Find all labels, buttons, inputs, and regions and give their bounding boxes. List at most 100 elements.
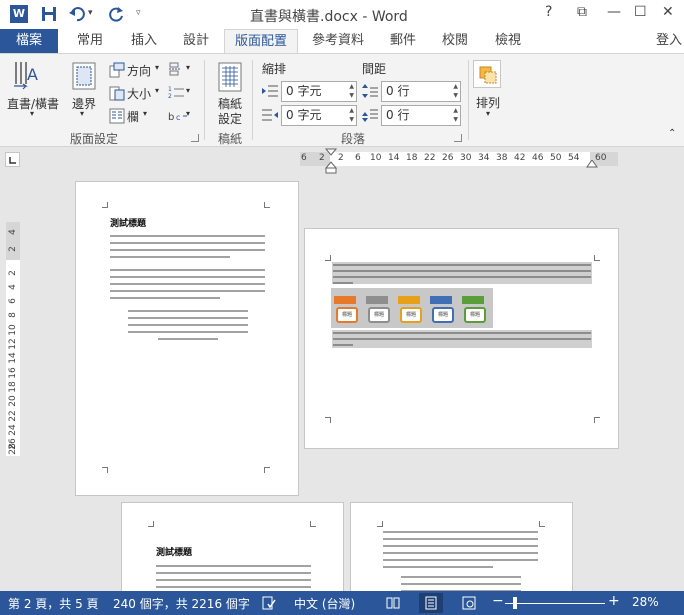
margins-dropdown-icon[interactable]: ▾ <box>80 109 84 118</box>
group-separator <box>252 60 253 140</box>
vertical-ruler[interactable]: 4 2 2 4 6 8 10 12 14 16 18 20 22 24 26 2… <box>6 222 20 456</box>
columns-dropdown-icon[interactable]: ▾ <box>143 109 147 118</box>
redo-icon[interactable] <box>107 5 125 23</box>
undo-icon[interactable] <box>68 5 86 23</box>
spinner-arrows-icon[interactable]: ▲ ▼ <box>453 82 458 100</box>
indent-left-field[interactable]: 0 字元 ▲ ▼ <box>281 81 357 102</box>
sign-in-link[interactable]: 登入 <box>656 29 682 53</box>
text-line <box>333 270 591 272</box>
text-direction-icon[interactable]: A <box>12 60 38 92</box>
diagram-box[interactable]: 標題 <box>432 307 454 323</box>
text-line <box>156 579 311 581</box>
arrange-button[interactable] <box>473 60 501 88</box>
arrange-dropdown-icon[interactable]: ▾ <box>486 109 490 118</box>
print-layout-button[interactable] <box>419 593 443 613</box>
svg-text:A: A <box>27 65 38 84</box>
undo-dropdown-icon[interactable]: ▾ <box>88 8 106 26</box>
diagram-box[interactable]: 標題 <box>464 307 486 323</box>
orientation-icon[interactable] <box>109 62 125 78</box>
ruler-tick: 30 <box>460 153 472 163</box>
read-mode-icon[interactable] <box>386 596 400 610</box>
arrange-icon <box>479 66 497 84</box>
close-button[interactable]: ✕ <box>662 4 674 20</box>
indent-right-field[interactable]: 0 字元 ▲ ▼ <box>281 105 357 126</box>
tab-selector-button[interactable] <box>5 152 20 167</box>
language-status[interactable]: 中文 (台灣) <box>294 595 355 612</box>
size-label[interactable]: 大小 <box>127 85 151 102</box>
tab-review[interactable]: 校閱 <box>435 29 475 53</box>
margins-icon[interactable] <box>72 62 96 90</box>
tab-references[interactable]: 參考資料 <box>306 29 370 53</box>
tab-file[interactable]: 檔案 <box>0 29 58 53</box>
columns-icon[interactable] <box>109 108 125 124</box>
tab-view[interactable]: 檢視 <box>488 29 528 53</box>
customize-qat-icon[interactable]: ▿ <box>136 8 154 26</box>
ruler-tick: 22 <box>8 410 18 422</box>
size-dropdown-icon[interactable]: ▾ <box>155 86 159 95</box>
document-workspace[interactable]: 6 2 2 6 10 14 18 22 26 30 34 38 42 46 50… <box>0 148 684 591</box>
page-count-status[interactable]: 第 2 頁，共 5 頁 <box>8 595 99 612</box>
manuscript-label-line2[interactable]: 設定 <box>218 110 242 127</box>
size-icon[interactable] <box>109 85 125 101</box>
spinner-arrows-icon[interactable]: ▲ ▼ <box>453 106 458 124</box>
text-line <box>383 566 493 568</box>
document-page-current[interactable]: 標題 標題 標題 標題 標題 <box>304 228 619 449</box>
ruler-tick: 10 <box>370 153 382 163</box>
crop-mark <box>594 417 600 423</box>
help-button[interactable]: ? <box>545 4 552 20</box>
spinner-arrows-icon[interactable]: ▲ ▼ <box>349 106 354 124</box>
diagram-box[interactable]: 標題 <box>368 307 390 323</box>
group-separator <box>204 60 205 140</box>
proofing-icon[interactable] <box>262 596 276 610</box>
ruler-tick: 10 <box>8 324 18 336</box>
horizontal-ruler[interactable]: 6 2 2 6 10 14 18 22 26 30 34 38 42 46 50… <box>300 152 618 166</box>
breaks-dropdown-icon[interactable]: ▾ <box>186 63 190 72</box>
breaks-icon[interactable] <box>168 62 188 76</box>
zoom-in-button[interactable]: + <box>608 593 620 609</box>
page-setup-launcher-icon[interactable] <box>191 134 199 142</box>
save-icon[interactable] <box>40 5 58 23</box>
maximize-button[interactable]: ☐ <box>634 4 647 20</box>
document-page[interactable]: 測試標題 <box>75 181 299 496</box>
collapse-ribbon-icon[interactable]: ⌃ <box>668 128 676 139</box>
word-count-status[interactable]: 240 個字，共 2216 個字 <box>113 595 250 612</box>
zoom-slider-thumb[interactable] <box>513 597 517 609</box>
tab-layout[interactable]: 版面配置 <box>224 29 298 54</box>
right-indent-marker-icon[interactable] <box>586 160 598 168</box>
zoom-out-button[interactable]: − <box>492 593 504 609</box>
columns-label[interactable]: 欄 <box>127 108 139 125</box>
orientation-label[interactable]: 方向 <box>127 62 151 79</box>
spacing-after-field[interactable]: 0 行 ▲ ▼ <box>381 105 461 126</box>
tab-insert[interactable]: 插入 <box>124 29 164 53</box>
crop-mark <box>102 202 108 208</box>
document-page[interactable] <box>350 502 573 591</box>
text-direction-dropdown-icon[interactable]: ▾ <box>30 109 34 118</box>
ribbon-display-button[interactable]: ⧉ <box>577 4 587 20</box>
title-bar: W ▾ ▿ 直書與橫書.docx - Word ? ⧉ — ☐ ✕ <box>0 0 684 29</box>
minimize-button[interactable]: — <box>607 4 621 20</box>
document-page[interactable]: 測試標題 <box>121 502 344 591</box>
zoom-slider[interactable] <box>505 603 605 604</box>
tab-design[interactable]: 設計 <box>176 29 216 53</box>
group-label-page-setup: 版面設定 <box>70 132 119 146</box>
manuscript-icon[interactable] <box>218 62 242 92</box>
web-layout-icon[interactable] <box>462 596 476 610</box>
crop-mark <box>594 255 600 261</box>
tab-home[interactable]: 常用 <box>70 29 110 53</box>
zoom-level[interactable]: 28% <box>632 595 659 609</box>
diagram-box[interactable]: 標題 <box>400 307 422 323</box>
line-numbers-icon[interactable]: 12 <box>168 85 188 99</box>
indent-marker-icon[interactable] <box>325 148 337 174</box>
spinner-arrows-icon[interactable]: ▲ ▼ <box>349 82 354 100</box>
hyphenation-icon[interactable]: bc <box>168 108 188 122</box>
line-numbers-dropdown-icon[interactable]: ▾ <box>186 86 190 95</box>
tab-mailings[interactable]: 郵件 <box>383 29 423 53</box>
diagram-box[interactable]: 標題 <box>336 307 358 323</box>
text-line <box>110 242 265 244</box>
orientation-dropdown-icon[interactable]: ▾ <box>155 63 159 72</box>
hyphenation-dropdown-icon[interactable]: ▾ <box>186 109 190 118</box>
crop-mark <box>264 467 270 473</box>
spacing-before-field[interactable]: 0 行 ▲ ▼ <box>381 81 461 102</box>
paragraph-launcher-icon[interactable] <box>454 134 462 142</box>
ruler-tick: 50 <box>550 153 562 163</box>
